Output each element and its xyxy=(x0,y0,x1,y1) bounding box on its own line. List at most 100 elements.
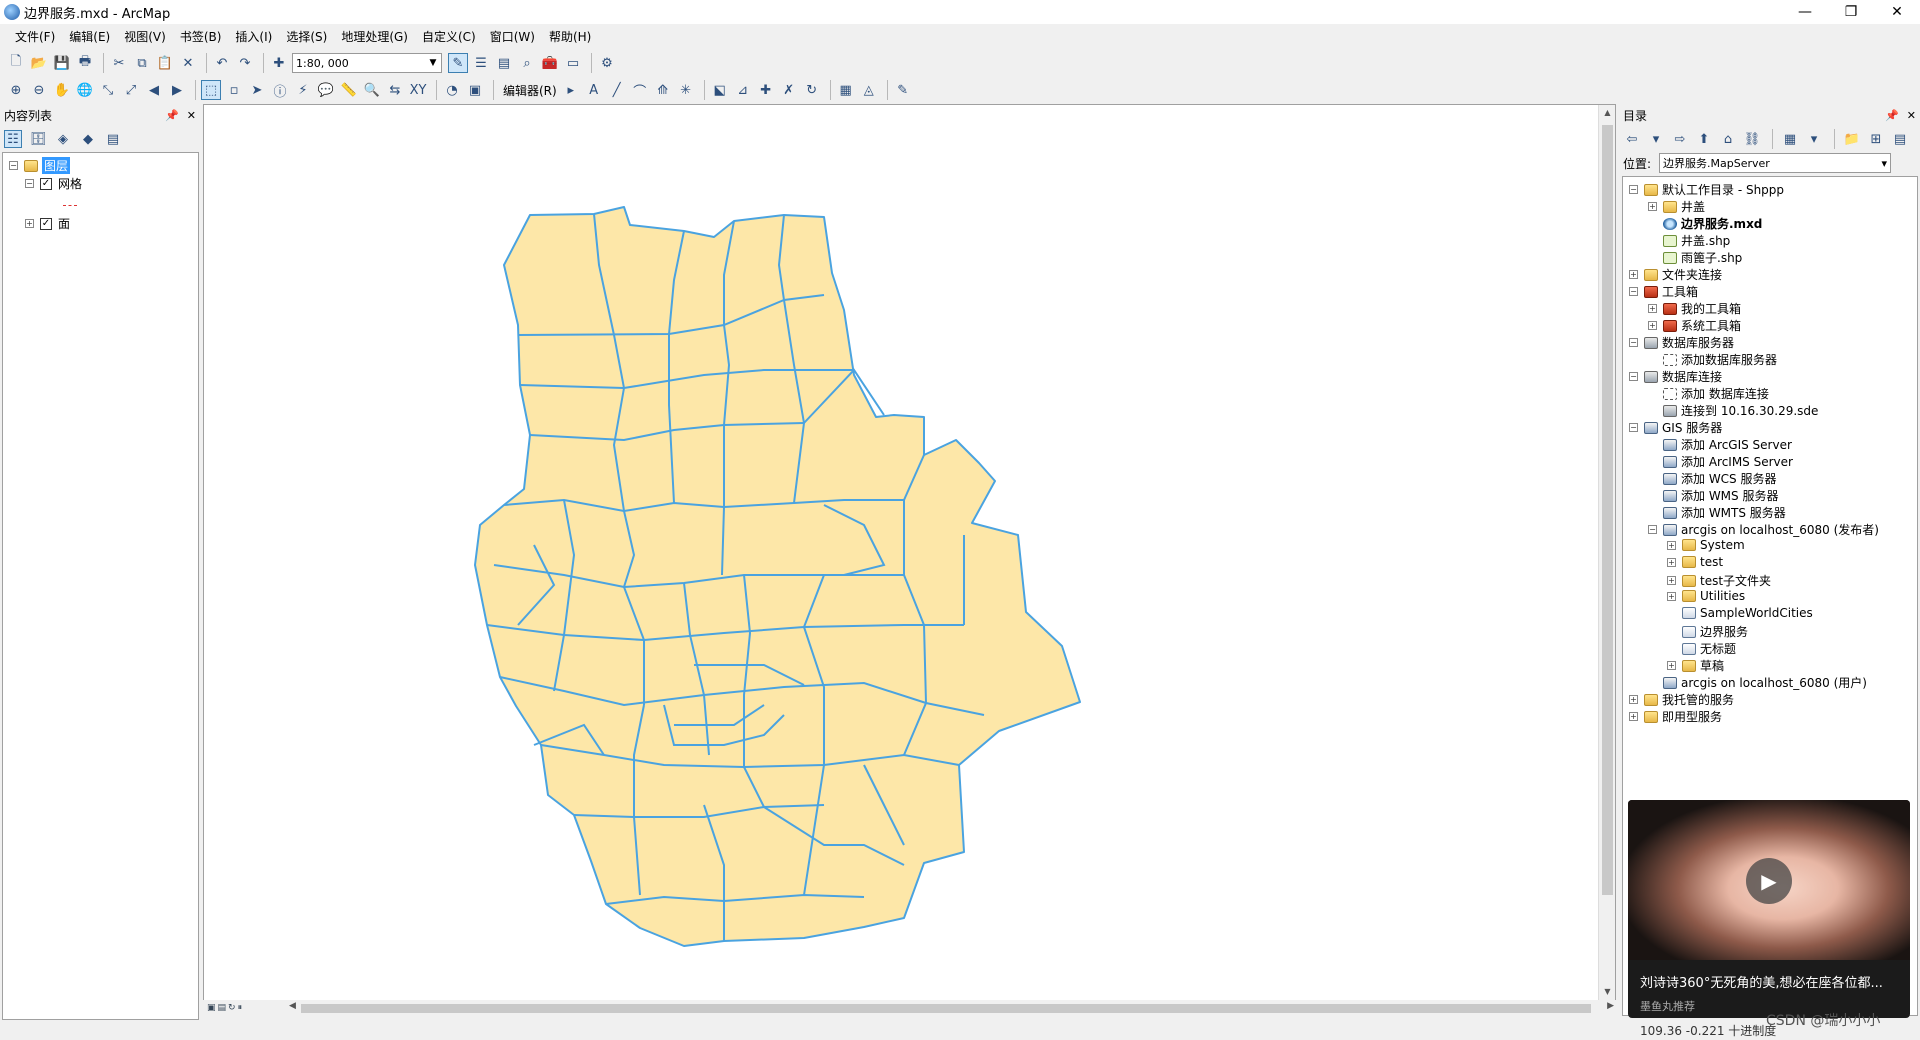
editor-toolbar-icon[interactable]: ✎ xyxy=(448,53,468,73)
fixed-zoom-out-icon[interactable]: ⤢ xyxy=(121,80,141,100)
measure-icon[interactable]: 📏 xyxy=(339,80,359,100)
list-by-visibility-icon[interactable]: ◈ xyxy=(54,130,72,148)
catalog-item[interactable]: 雨篦子.shp xyxy=(1648,249,1742,266)
catalog-window-icon[interactable]: ▤ xyxy=(494,53,514,73)
connect-folder-icon[interactable]: 📁 xyxy=(1843,130,1861,148)
menu-edit[interactable]: 编辑(E) xyxy=(62,26,117,47)
catalog-item[interactable]: 添加 数据库连接 xyxy=(1648,385,1769,402)
point-icon[interactable]: ✳ xyxy=(676,80,696,100)
menu-geoprocessing[interactable]: 地理处理(G) xyxy=(334,26,415,47)
list-by-selection-icon[interactable]: ◆ xyxy=(79,130,97,148)
table-of-contents-icon[interactable]: ☰ xyxy=(471,53,491,73)
catalog-item[interactable]: arcgis on localhost_6080 (用户) xyxy=(1648,674,1867,691)
layers-root[interactable]: − 图层 xyxy=(9,157,71,174)
edit-tool-icon[interactable]: ▸ xyxy=(561,80,581,100)
layer-grid[interactable]: − ✓ 网格 xyxy=(25,175,82,192)
scroll-thumb[interactable] xyxy=(301,1004,1591,1013)
refresh-icon[interactable]: ↻ xyxy=(228,1003,236,1013)
expand-icon[interactable]: + xyxy=(1667,661,1676,670)
catalog-item[interactable]: + System xyxy=(1667,538,1745,552)
expand-icon[interactable]: + xyxy=(1629,695,1638,704)
scroll-down-icon[interactable]: ▼ xyxy=(1599,984,1615,1000)
collapse-icon[interactable]: − xyxy=(1629,185,1638,194)
menu-help[interactable]: 帮助(H) xyxy=(542,26,598,47)
data-view-icon[interactable]: ▣ xyxy=(207,1003,216,1013)
collapse-icon[interactable]: − xyxy=(25,179,34,188)
forward-extent-icon[interactable]: ▶ xyxy=(167,80,187,100)
edit-vertices-icon[interactable]: ⬕ xyxy=(710,80,730,100)
straight-segment-icon[interactable]: ╱ xyxy=(607,80,627,100)
catalog-item[interactable]: − GIS 服务器 xyxy=(1629,419,1722,436)
catalog-item[interactable]: 添加数据库服务器 xyxy=(1648,351,1777,368)
expand-icon[interactable]: + xyxy=(1648,202,1657,211)
disconnect-icon[interactable]: ⛓ xyxy=(1743,130,1761,148)
go-to-xy-icon[interactable]: XY xyxy=(408,80,428,100)
catalog-item[interactable]: 添加 ArcIMS Server xyxy=(1648,453,1793,470)
print-icon[interactable]: 🖶 xyxy=(75,53,95,73)
create-viewer-icon[interactable]: ▣ xyxy=(465,80,485,100)
back-icon[interactable]: ⇦ xyxy=(1623,130,1641,148)
collapse-icon[interactable]: − xyxy=(9,161,18,170)
catalog-item[interactable]: 边界服务.mxd xyxy=(1648,215,1762,232)
menu-customize[interactable]: 自定义(C) xyxy=(415,26,483,47)
ad-caption[interactable]: 刘诗诗360°无死角的美,想必在座各位都... xyxy=(1640,972,1902,991)
expand-icon[interactable]: + xyxy=(1629,270,1638,279)
add-data-icon[interactable]: ✚ xyxy=(269,53,289,73)
layer-polygon[interactable]: + ✓ 面 xyxy=(25,215,70,232)
full-extent-icon[interactable]: 🌐 xyxy=(75,80,95,100)
close-icon[interactable]: ✕ xyxy=(187,109,196,122)
trace-icon[interactable]: ⟰ xyxy=(653,80,673,100)
menu-bookmarks[interactable]: 书签(B) xyxy=(173,26,229,47)
pin-icon[interactable]: 📌 xyxy=(1885,109,1899,122)
close-button[interactable]: ✕ xyxy=(1874,0,1920,24)
collapse-icon[interactable]: − xyxy=(1629,423,1638,432)
map-view[interactable]: ▲ ▼ xyxy=(203,104,1616,1016)
find-route-icon[interactable]: ⇆ xyxy=(385,80,405,100)
catalog-item[interactable]: + 草稿 xyxy=(1667,657,1724,674)
menu-insert[interactable]: 插入(I) xyxy=(228,26,279,47)
map-scale-select[interactable]: 1:80, 000 ▼ xyxy=(292,53,442,73)
scroll-up-icon[interactable]: ▲ xyxy=(1599,105,1615,121)
maximize-button[interactable]: ❐ xyxy=(1828,0,1874,24)
catalog-item[interactable]: − 数据库服务器 xyxy=(1629,334,1734,351)
scroll-thumb[interactable] xyxy=(1602,125,1613,895)
arctoolbox-icon[interactable]: 🧰 xyxy=(540,53,560,73)
views-icon[interactable]: ▦ xyxy=(1781,130,1799,148)
video-ad-popup[interactable]: ▶ 刘诗诗360°无死角的美,想必在座各位都... 墨鱼丸推荐 xyxy=(1628,800,1910,1018)
catalog-item[interactable]: − 工具箱 xyxy=(1629,283,1698,300)
catalog-item[interactable]: + 我托管的服务 xyxy=(1629,691,1734,708)
map-canvas[interactable] xyxy=(204,105,1599,1000)
play-icon[interactable]: ▶ xyxy=(1746,858,1792,904)
catalog-item[interactable]: + 系统工具箱 xyxy=(1648,317,1741,334)
menu-view[interactable]: 视图(V) xyxy=(117,26,173,47)
menu-selection[interactable]: 选择(S) xyxy=(279,26,334,47)
time-slider-icon[interactable]: ◔ xyxy=(442,80,462,100)
chevron-down-icon[interactable]: ▾ xyxy=(1647,130,1665,148)
modelbuilder-icon[interactable]: ⚙ xyxy=(597,53,617,73)
catalog-item[interactable]: − arcgis on localhost_6080 (发布者) xyxy=(1648,521,1879,538)
catalog-item[interactable]: + test子文件夹 xyxy=(1667,572,1771,589)
options-icon[interactable]: ▤ xyxy=(104,130,122,148)
catalog-item[interactable]: 添加 ArcGIS Server xyxy=(1648,436,1792,453)
collapse-icon[interactable]: − xyxy=(1648,525,1657,534)
pause-drawing-icon[interactable]: ⏸ xyxy=(238,1003,243,1013)
chevron-down-icon[interactable]: ▾ xyxy=(1805,130,1823,148)
search-window-icon[interactable]: ⌕ xyxy=(517,53,537,73)
catalog-item[interactable]: 井盖.shp xyxy=(1648,232,1730,249)
close-icon[interactable]: ✕ xyxy=(1907,109,1916,122)
expand-icon[interactable]: + xyxy=(1667,591,1676,601)
catalog-item[interactable]: 连接到 10.16.30.29.sde xyxy=(1648,402,1818,419)
zoom-in-icon[interactable]: ⊕ xyxy=(6,80,26,100)
clear-selection-icon[interactable]: ▫ xyxy=(224,80,244,100)
menu-file[interactable]: 文件(F) xyxy=(8,26,62,47)
pan-icon[interactable]: ✋ xyxy=(52,80,72,100)
catalog-item[interactable]: 添加 WCS 服务器 xyxy=(1648,470,1777,487)
collapse-icon[interactable]: − xyxy=(1629,338,1638,347)
expand-icon[interactable]: + xyxy=(1648,304,1657,313)
cut-polygons-icon[interactable]: ✚ xyxy=(756,80,776,100)
attributes-icon[interactable]: ▦ xyxy=(836,80,856,100)
expand-icon[interactable]: + xyxy=(25,219,34,228)
copy-icon[interactable]: ⧉ xyxy=(132,53,152,73)
editor-menu[interactable]: 编辑器(R) xyxy=(503,82,557,99)
catalog-item[interactable]: + 井盖 xyxy=(1648,198,1705,215)
